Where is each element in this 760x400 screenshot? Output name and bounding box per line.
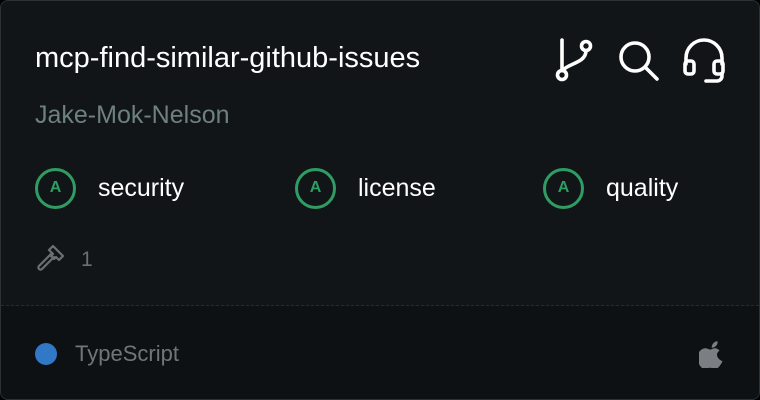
grade-security[interactable]: A security	[35, 165, 184, 211]
grade-badge: A	[543, 167, 584, 209]
action-bar	[551, 37, 731, 83]
search-icon[interactable]	[615, 37, 661, 83]
grade-label: license	[358, 173, 436, 202]
grade-badge: A	[295, 167, 336, 209]
tools-count-row: 1	[35, 243, 93, 277]
card-footer: TypeScript	[1, 306, 759, 399]
server-name[interactable]: mcp-find-similar-github-issues	[35, 37, 420, 79]
language-color-dot	[35, 343, 57, 365]
grade-badge: A	[35, 167, 76, 209]
server-author[interactable]: Jake-Mok-Nelson	[35, 97, 230, 133]
hammer-icon	[35, 243, 65, 278]
grade-label: quality	[606, 173, 679, 202]
grade-quality[interactable]: A quality	[543, 165, 678, 211]
git-branch-icon[interactable]	[551, 37, 597, 83]
grade-label: security	[98, 173, 185, 202]
headset-icon[interactable]	[681, 37, 727, 83]
tools-count: 1	[81, 248, 93, 271]
apple-icon	[697, 340, 725, 369]
language-label: TypeScript	[75, 341, 179, 366]
server-card[interactable]: mcp-find-similar-github-issues Jake-Mok-…	[0, 0, 760, 400]
grade-license[interactable]: A license	[295, 165, 436, 211]
